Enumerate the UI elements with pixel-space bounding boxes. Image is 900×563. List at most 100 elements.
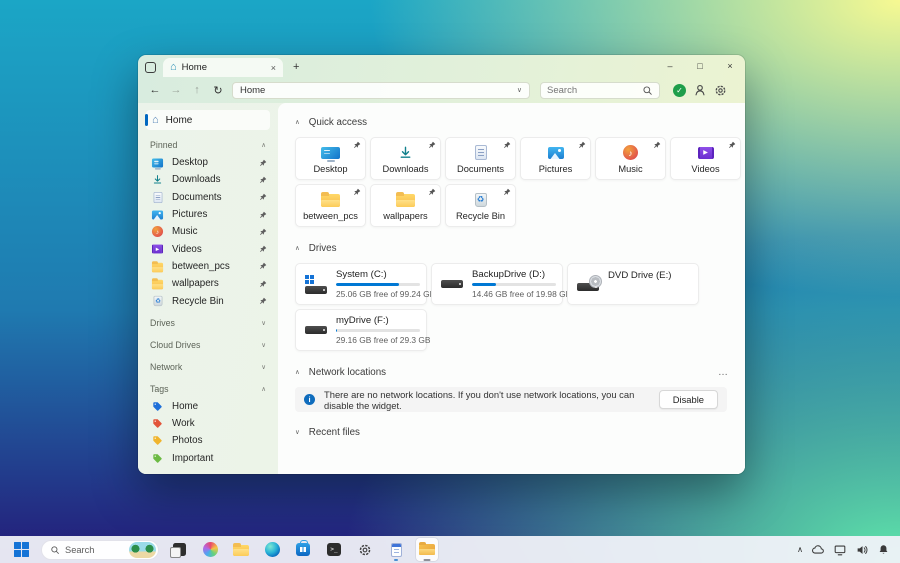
sidebar-item-wallpapers[interactable]: wallpapers: [138, 275, 278, 292]
copilot-button[interactable]: [199, 538, 221, 561]
tile-desktop[interactable]: Desktop: [295, 137, 366, 180]
pin-icon[interactable]: [353, 188, 361, 196]
pin-icon[interactable]: [503, 188, 511, 196]
sidebar-item-desktop[interactable]: Desktop: [138, 154, 278, 171]
up-button[interactable]: ↑: [190, 84, 204, 96]
sidebar-tag-home[interactable]: Home: [138, 398, 278, 415]
pin-icon[interactable]: [728, 141, 736, 149]
pin-icon[interactable]: [259, 245, 267, 253]
section-header-network[interactable]: Network ∨: [138, 358, 278, 376]
display-network-icon[interactable]: [833, 543, 847, 557]
settings-button[interactable]: [354, 538, 376, 561]
address-dropdown-icon[interactable]: ∨: [517, 86, 522, 94]
drive-card-mydrive-f[interactable]: myDrive (F:) 29.16 GB free of 29.3 GB: [295, 309, 427, 351]
more-options-icon[interactable]: …: [718, 367, 729, 378]
pin-icon[interactable]: [259, 176, 267, 184]
pin-icon[interactable]: [353, 141, 361, 149]
pin-icon[interactable]: [259, 211, 267, 219]
pin-icon[interactable]: [503, 141, 511, 149]
tile-wallpapers[interactable]: wallpapers: [370, 184, 441, 227]
tab-close-icon[interactable]: ×: [271, 63, 276, 73]
start-button[interactable]: [10, 538, 32, 561]
drive-card-backupdrive-d[interactable]: BackupDrive (D:) 14.46 GB free of 19.98 …: [431, 263, 563, 305]
tile-downloads[interactable]: Downloads: [370, 137, 441, 180]
tab-home[interactable]: ⌂ Home ×: [163, 58, 283, 77]
drive-card-dvd-e[interactable]: DVD Drive (E:): [567, 263, 699, 305]
refresh-button[interactable]: ↻: [211, 84, 225, 97]
pin-icon[interactable]: [428, 141, 436, 149]
tile-documents[interactable]: Documents: [445, 137, 516, 180]
quick-access-header[interactable]: ∧ Quick access: [295, 114, 729, 130]
explorer-search-box[interactable]: [540, 82, 660, 99]
maximize-button[interactable]: □: [685, 55, 715, 77]
close-button[interactable]: ×: [715, 55, 745, 77]
pin-icon[interactable]: [428, 188, 436, 196]
chevron-down-icon[interactable]: ∨: [261, 341, 266, 349]
file-explorer-button[interactable]: [230, 538, 252, 561]
sidebar-item-home[interactable]: ⌂ Home: [146, 110, 270, 130]
drives-header[interactable]: ∧ Drives: [295, 240, 729, 256]
tile-music[interactable]: ♪ Music: [595, 137, 666, 180]
volume-icon[interactable]: [855, 543, 869, 557]
onedrive-cloud-icon[interactable]: [811, 543, 825, 557]
back-button[interactable]: ←: [148, 84, 162, 96]
sidebar-item-downloads[interactable]: Downloads: [138, 171, 278, 188]
section-header-tags[interactable]: Tags ∧: [138, 380, 278, 398]
pin-icon[interactable]: [578, 141, 586, 149]
pin-icon[interactable]: [259, 262, 267, 270]
task-view-button[interactable]: [168, 538, 190, 561]
section-header-drives[interactable]: Drives ∨: [138, 314, 278, 332]
section-header-pinned[interactable]: Pinned ∧: [138, 136, 278, 154]
network-locations-header[interactable]: ∧ Network locations …: [295, 364, 729, 380]
file-explorer-window-button[interactable]: [416, 538, 438, 561]
taskbar-search[interactable]: [41, 540, 159, 560]
forward-button[interactable]: →: [169, 84, 183, 96]
disable-button[interactable]: Disable: [659, 390, 718, 409]
new-tab-button[interactable]: +: [293, 61, 299, 73]
notification-bell-icon[interactable]: [877, 543, 890, 556]
chevron-down-icon[interactable]: ∨: [295, 428, 300, 436]
sidebar-tag-photos[interactable]: Photos: [138, 432, 278, 449]
microsoft-store-button[interactable]: [292, 538, 314, 561]
share-icon[interactable]: [693, 83, 707, 97]
minimize-button[interactable]: –: [655, 55, 685, 77]
settings-gear-icon[interactable]: [714, 84, 727, 97]
pin-icon[interactable]: [259, 159, 267, 167]
hidden-icons-chevron[interactable]: ∧: [797, 545, 803, 554]
sidebar-item-documents[interactable]: Documents: [138, 189, 278, 206]
drive-card-system-c[interactable]: System (C:) 25.06 GB free of 99.24 GB: [295, 263, 427, 305]
chevron-up-icon[interactable]: ∧: [261, 141, 266, 149]
recent-files-header[interactable]: ∨ Recent files: [295, 424, 729, 440]
search-highlight-image[interactable]: [129, 542, 156, 558]
tile-between-pcs[interactable]: between_pcs: [295, 184, 366, 227]
chevron-up-icon[interactable]: ∧: [295, 244, 300, 252]
search-input[interactable]: [547, 85, 638, 96]
address-bar[interactable]: Home ∨: [232, 82, 530, 99]
sidebar-item-recycle-bin[interactable]: ♻ Recycle Bin: [138, 292, 278, 309]
pin-icon[interactable]: [653, 141, 661, 149]
chevron-up-icon[interactable]: ∧: [261, 385, 266, 393]
tile-videos[interactable]: ▶ Videos: [670, 137, 741, 180]
taskbar-search-input[interactable]: [65, 545, 124, 555]
chevron-up-icon[interactable]: ∧: [295, 118, 300, 126]
sidebar-tag-work[interactable]: Work: [138, 415, 278, 432]
section-header-cloud-drives[interactable]: Cloud Drives ∨: [138, 336, 278, 354]
sidebar-tag-important[interactable]: Important: [138, 450, 278, 467]
tile-pictures[interactable]: Pictures: [520, 137, 591, 180]
terminal-button[interactable]: >_: [323, 538, 345, 561]
tile-recycle-bin[interactable]: ♻ Recycle Bin: [445, 184, 516, 227]
pin-icon[interactable]: [259, 297, 267, 305]
chevron-down-icon[interactable]: ∨: [261, 363, 266, 371]
chevron-down-icon[interactable]: ∨: [261, 319, 266, 327]
sidebar-item-between-pcs[interactable]: between_pcs: [138, 258, 278, 275]
pin-icon[interactable]: [259, 280, 267, 288]
pin-icon[interactable]: [259, 228, 267, 236]
sync-status-icon[interactable]: ✓: [673, 84, 686, 97]
chevron-up-icon[interactable]: ∧: [295, 368, 300, 376]
pin-icon[interactable]: [259, 193, 267, 201]
sidebar-item-videos[interactable]: ▶ Videos: [138, 240, 278, 257]
notepad-button[interactable]: [385, 538, 407, 561]
sidebar-item-pictures[interactable]: Pictures: [138, 206, 278, 223]
edge-button[interactable]: [261, 538, 283, 561]
sidebar-item-music[interactable]: ♪ Music: [138, 223, 278, 240]
